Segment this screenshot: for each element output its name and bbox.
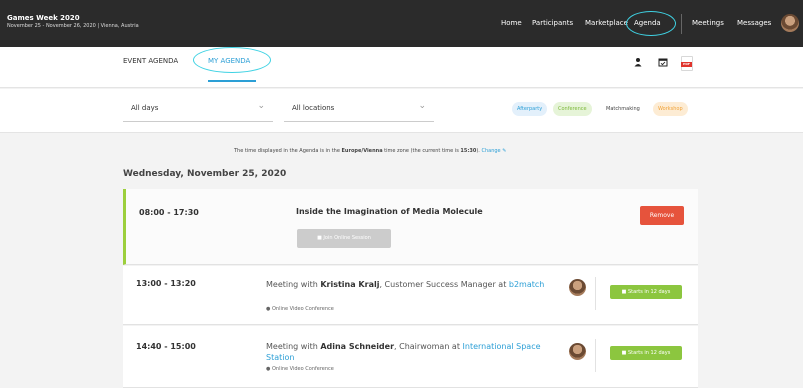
nav-messages[interactable]: Messages	[737, 19, 771, 27]
tz-zone: Europe/Vienna	[341, 148, 383, 154]
meeting-organization-link[interactable]: b2match	[509, 280, 544, 289]
top-navbar: Games Week 2020 November 25 - November 2…	[0, 0, 803, 47]
meeting-description: Meeting with Kristina Kralj, Customer Su…	[266, 279, 556, 290]
participant-avatar[interactable]	[569, 343, 586, 360]
meeting-person[interactable]: Adina Schneider	[320, 342, 394, 351]
pencil-icon: ✎	[502, 148, 507, 154]
pdf-export-icon[interactable]: PDF	[681, 56, 693, 71]
calendar-check-icon[interactable]	[656, 57, 670, 71]
join-button-label: Join Online Session	[323, 235, 371, 241]
day-heading: Wednesday, November 25, 2020	[123, 169, 287, 179]
nav-agenda-highlight	[626, 11, 676, 36]
meeting-prefix: Meeting with	[266, 342, 318, 351]
tag-filter-conference[interactable]: Conference	[553, 102, 592, 116]
meeting-location: ● Online Video Conference	[266, 306, 334, 312]
map-pin-icon: ●	[266, 306, 271, 312]
user-avatar[interactable]	[781, 14, 799, 32]
locations-select-value: All locations	[292, 104, 335, 112]
tz-prefix: The time displayed in the Agenda is in t…	[234, 148, 340, 154]
nav-divider	[681, 14, 682, 34]
active-tab-underline	[208, 80, 256, 82]
agenda-tabbar: EVENT AGENDA MY AGENDA PDF	[0, 47, 803, 88]
meeting-time: 14:40 - 15:00	[136, 342, 196, 351]
session-card: 08:00 - 17:30 Inside the Imagination of …	[123, 189, 698, 265]
starts-in-label: Starts in 12 days	[628, 289, 671, 295]
meeting-person[interactable]: Kristina Kralj	[320, 280, 379, 289]
event-subtitle: November 25 - November 26, 2020 | Vienna…	[7, 23, 139, 29]
nav-participants[interactable]: Participants	[532, 19, 573, 27]
session-time: 08:00 - 17:30	[139, 208, 199, 217]
days-select[interactable]: All days ⌄	[123, 96, 273, 122]
tab-my-agenda[interactable]: MY AGENDA	[208, 57, 250, 65]
tag-filter-afterparty[interactable]: Afterparty	[512, 102, 548, 116]
starts-in-button[interactable]: ■ Starts in 12 days	[610, 285, 682, 299]
nav-home[interactable]: Home	[501, 19, 522, 27]
pdf-label: PDF	[681, 62, 692, 67]
starts-in-label: Starts in 12 days	[628, 350, 671, 356]
tag-filter-matchmaking[interactable]: Matchmaking	[601, 102, 645, 116]
tz-suffix: ).	[476, 148, 480, 154]
session-title[interactable]: Inside the Imagination of Media Molecule	[296, 207, 483, 216]
meeting-role: , Chairwoman at	[394, 342, 460, 351]
tz-current-time: 15:30	[460, 148, 477, 154]
video-camera-icon: ■	[621, 350, 627, 356]
locations-select[interactable]: All locations ⌄	[284, 96, 434, 122]
video-camera-icon: ■	[621, 289, 627, 295]
event-title: Games Week 2020	[7, 14, 80, 22]
chevron-down-icon: ⌄	[257, 101, 265, 111]
meeting-card: 13:00 - 13:20 Meeting with Kristina Kral…	[123, 266, 698, 325]
meeting-location-label: Online Video Conference	[271, 306, 334, 312]
map-pin-icon: ●	[266, 366, 271, 372]
meeting-prefix: Meeting with	[266, 280, 318, 289]
meeting-description: Meeting with Adina Schneider, Chairwoman…	[266, 341, 556, 363]
meeting-divider	[595, 339, 596, 372]
meeting-time: 13:00 - 13:20	[136, 279, 196, 288]
meeting-divider	[595, 277, 596, 310]
join-online-session-button[interactable]: ■ Join Online Session	[297, 229, 391, 248]
participant-avatar[interactable]	[569, 279, 586, 296]
change-timezone-link[interactable]: Change ✎	[481, 148, 506, 154]
remove-button[interactable]: Remove	[640, 206, 684, 225]
nav-marketplace[interactable]: Marketplace	[585, 19, 628, 27]
filter-bar: All days ⌄ All locations ⌄ Afterparty Con…	[0, 89, 803, 133]
chevron-down-icon: ⌄	[418, 101, 426, 111]
days-select-value: All days	[131, 104, 159, 112]
person-icon[interactable]	[631, 57, 645, 71]
meeting-card: 14:40 - 15:00 Meeting with Adina Schneid…	[123, 326, 698, 388]
tab-event-agenda[interactable]: EVENT AGENDA	[123, 57, 178, 65]
event-brand[interactable]: Games Week 2020 November 25 - November 2…	[7, 14, 139, 30]
timezone-note: The time displayed in the Agenda is in t…	[234, 148, 506, 154]
meeting-role: , Customer Success Manager at	[379, 280, 507, 289]
meeting-location: ● Online Video Conference	[266, 366, 334, 372]
change-link-label: Change	[481, 148, 501, 154]
video-camera-icon: ■	[317, 235, 322, 241]
tz-middle: time zone (the current time is	[384, 148, 459, 154]
nav-meetings[interactable]: Meetings	[692, 19, 724, 27]
tag-filter-workshop[interactable]: Workshop	[653, 102, 688, 116]
starts-in-button[interactable]: ■ Starts in 12 days	[610, 346, 682, 360]
meeting-location-label: Online Video Conference	[271, 366, 334, 372]
